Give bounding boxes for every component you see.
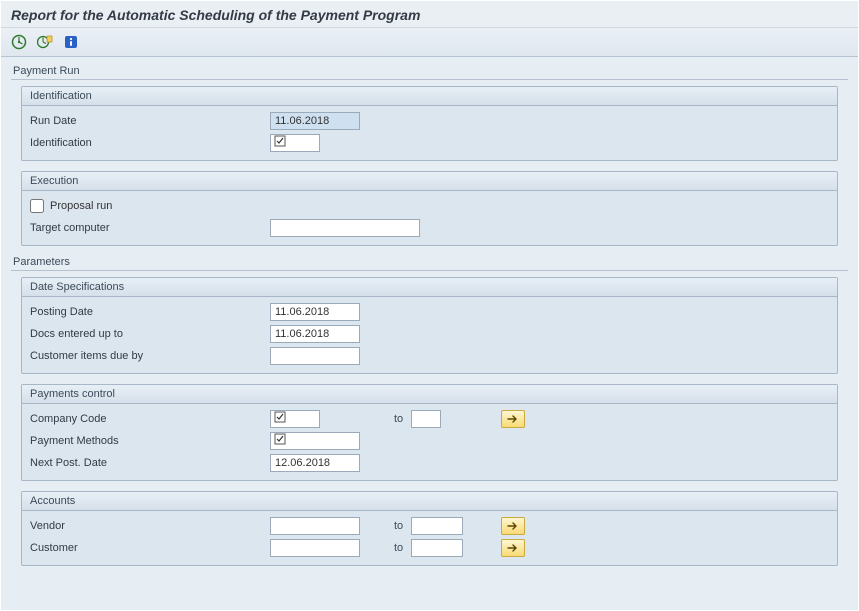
run-date-input[interactable] — [270, 112, 360, 130]
vendor-multiselect-button[interactable] — [501, 517, 525, 535]
identification-input[interactable] — [270, 134, 320, 152]
company-code-multiselect-button[interactable] — [501, 410, 525, 428]
docs-upto-input[interactable] — [270, 325, 360, 343]
label-proposal-run: Proposal run — [50, 200, 112, 212]
execute-button[interactable] — [9, 32, 29, 52]
label-company-code: Company Code — [30, 413, 270, 425]
group-header-accounts: Accounts — [22, 492, 837, 511]
label-target-computer: Target computer — [30, 222, 270, 234]
group-header-payments-control: Payments control — [22, 385, 837, 404]
app-window: Report for the Automatic Scheduling of t… — [0, 0, 859, 611]
section-payment-run: Payment Run Identification Run Date Iden… — [11, 65, 848, 246]
customer-multiselect-button[interactable] — [501, 539, 525, 557]
arrow-right-icon — [506, 543, 520, 553]
body: Payment Run Identification Run Date Iden… — [1, 57, 858, 610]
label-to: to — [394, 520, 403, 532]
section-title-payment-run: Payment Run — [11, 65, 848, 79]
execute-print-button[interactable] — [35, 32, 55, 52]
group-execution: Execution Proposal run Target computer — [21, 171, 838, 246]
group-header-date-spec: Date Specifications — [22, 278, 837, 297]
section-title-parameters: Parameters — [11, 256, 848, 270]
info-button[interactable] — [61, 32, 81, 52]
execute-icon — [11, 34, 27, 50]
section-parameters: Parameters Date Specifications Posting D… — [11, 256, 848, 566]
payment-methods-input[interactable] — [270, 432, 360, 450]
arrow-right-icon — [506, 414, 520, 424]
label-customer: Customer — [30, 542, 270, 554]
target-computer-input[interactable] — [270, 219, 420, 237]
group-payments-control: Payments control Company Code to — [21, 384, 838, 481]
label-posting-date: Posting Date — [30, 306, 270, 318]
posting-date-input[interactable] — [270, 303, 360, 321]
group-identification: Identification Run Date Identification — [21, 86, 838, 161]
group-header-identification: Identification — [22, 87, 837, 106]
info-icon — [63, 34, 79, 50]
label-identification: Identification — [30, 137, 270, 149]
label-next-post-date: Next Post. Date — [30, 457, 270, 469]
app-toolbar — [1, 28, 858, 57]
divider — [11, 270, 848, 271]
label-to: to — [394, 542, 403, 554]
company-code-to-input[interactable] — [411, 410, 441, 428]
label-payment-methods: Payment Methods — [30, 435, 270, 447]
arrow-right-icon — [506, 521, 520, 531]
customer-from-input[interactable] — [270, 539, 360, 557]
vendor-from-input[interactable] — [270, 517, 360, 535]
next-post-date-input[interactable] — [270, 454, 360, 472]
company-code-from-input[interactable] — [270, 410, 320, 428]
page-title: Report for the Automatic Scheduling of t… — [1, 1, 858, 28]
label-to: to — [394, 413, 403, 425]
label-docs-upto: Docs entered up to — [30, 328, 270, 340]
group-accounts: Accounts Vendor to Customer to — [21, 491, 838, 566]
divider — [11, 79, 848, 80]
proposal-run-checkbox[interactable] — [30, 199, 44, 213]
customer-to-input[interactable] — [411, 539, 463, 557]
execute-plus-icon — [37, 34, 53, 50]
label-vendor: Vendor — [30, 520, 270, 532]
label-run-date: Run Date — [30, 115, 270, 127]
group-date-spec: Date Specifications Posting Date Docs en… — [21, 277, 838, 374]
cust-due-input[interactable] — [270, 347, 360, 365]
group-header-execution: Execution — [22, 172, 837, 191]
vendor-to-input[interactable] — [411, 517, 463, 535]
label-cust-due: Customer items due by — [30, 350, 270, 362]
